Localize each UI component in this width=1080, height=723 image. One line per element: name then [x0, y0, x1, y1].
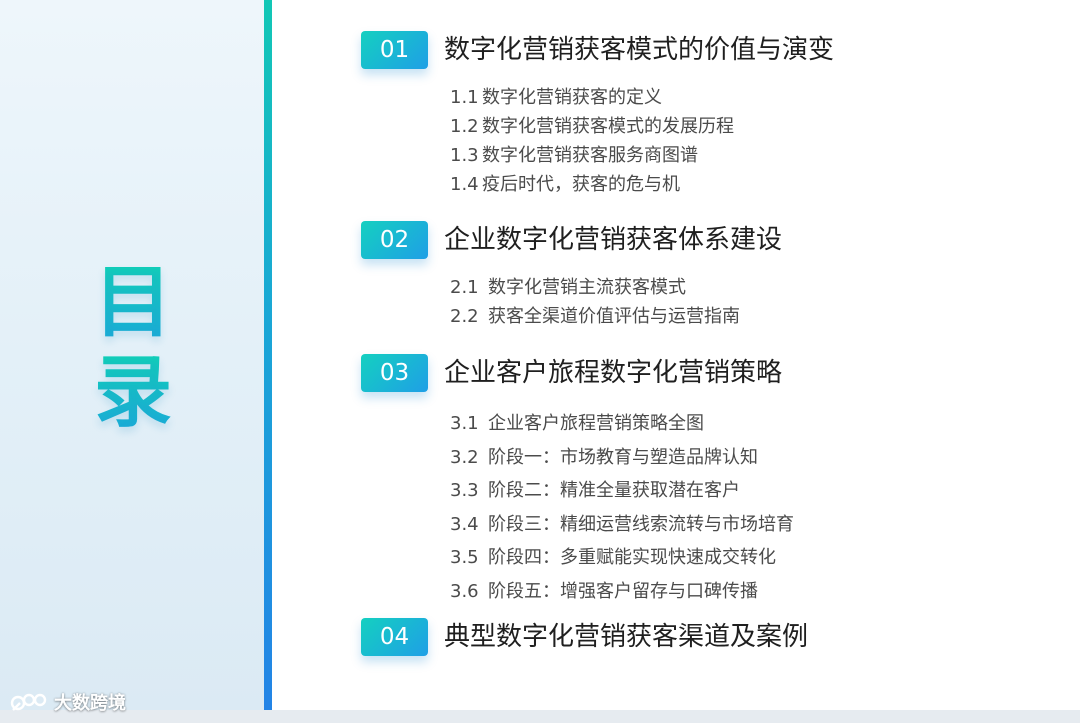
- toc-item-label: 企业客户旅程营销策略全图: [488, 413, 704, 434]
- toc-item-label: 获客全渠道价值评估与运营指南: [488, 306, 740, 327]
- toc-item-number: 3.4: [450, 513, 479, 535]
- section-number-badge: 03: [361, 354, 428, 392]
- toc-item: 3.5 阶段四：多重赋能实现快速成交转化: [450, 541, 794, 575]
- toc-item-number: 2.2: [450, 306, 479, 327]
- toc-item: 2.2 获客全渠道价值评估与运营指南: [450, 302, 740, 331]
- toc-item-number: 3.5: [450, 547, 479, 568]
- watermark: 大数跨境: [10, 688, 126, 716]
- toc-item-label: 阶段五：增强客户留存与口碑传播: [488, 580, 758, 602]
- section-number-badge: 04: [361, 618, 428, 656]
- toc-item-number: 3.3: [450, 480, 479, 501]
- section-title: 企业数字化营销获客体系建设: [444, 225, 783, 255]
- watermark-text: 大数跨境: [54, 693, 126, 714]
- toc-item-number: 2.1: [450, 277, 479, 298]
- toc-item: 1.1 数字化营销获客的定义: [450, 83, 734, 112]
- toc-item-label: 阶段三：精细运营线索流转与市场培育: [488, 513, 794, 535]
- bottom-strip: [0, 710, 1080, 723]
- toc-item-number: 3.1: [450, 413, 479, 434]
- toc-item: 2.1 数字化营销主流获客模式: [450, 273, 740, 302]
- toc-item-label: 阶段四：多重赋能实现快速成交转化: [488, 547, 776, 568]
- toc-item-label: 阶段一：市场教育与塑造品牌认知: [488, 446, 758, 468]
- toc-item: 1.2 数字化营销获客模式的发展历程: [450, 112, 734, 141]
- toc-item-number: 1.2: [450, 116, 479, 137]
- accent-divider: [264, 0, 272, 710]
- section-title: 企业客户旅程数字化营销策略: [444, 358, 783, 388]
- toc-item-number: 1.4: [450, 174, 479, 195]
- watermark-logo-icon: [10, 690, 50, 714]
- toc-item: 1.3 数字化营销获客服务商图谱: [450, 141, 734, 170]
- toc-item-label: 数字化营销获客模式的发展历程: [482, 116, 734, 137]
- toc-item-label: 阶段二：精准全量获取潜在客户: [488, 480, 740, 501]
- section-number-badge: 02: [361, 221, 428, 259]
- toc-item-label: 数字化营销获客服务商图谱: [482, 145, 698, 166]
- toc-item-label: 疫后时代，获客的危与机: [482, 174, 680, 195]
- toc-item-number: 1.3: [450, 145, 479, 166]
- section-items: 2.1 数字化营销主流获客模式 2.2 获客全渠道价值评估与运营指南: [450, 273, 740, 331]
- section-number-badge: 01: [361, 31, 428, 69]
- toc-title-char-2: 录: [83, 348, 183, 438]
- section-items: 3.1 企业客户旅程营销策略全图 3.2 阶段一：市场教育与塑造品牌认知 3.3 阶段…: [450, 407, 794, 608]
- toc-item-label: 数字化营销获客的定义: [482, 87, 662, 108]
- section-title: 典型数字化营销获客渠道及案例: [444, 622, 809, 652]
- toc-item-number: 3.2: [450, 446, 479, 468]
- toc-item: 3.2 阶段一：市场教育与塑造品牌认知: [450, 441, 794, 475]
- toc-item: 3.3 阶段二：精准全量获取潜在客户: [450, 474, 794, 508]
- toc-item: 3.1 企业客户旅程营销策略全图: [450, 407, 794, 441]
- toc-item-label: 数字化营销主流获客模式: [488, 277, 686, 298]
- section-items: 1.1 数字化营销获客的定义 1.2 数字化营销获客模式的发展历程 1.3 数字化营销…: [450, 83, 734, 199]
- toc-title-char-1: 目: [83, 258, 183, 348]
- toc-item-number: 3.6: [450, 580, 479, 602]
- section-title: 数字化营销获客模式的价值与演变: [444, 35, 835, 65]
- toc-item: 3.4 阶段三：精细运营线索流转与市场培育: [450, 508, 794, 542]
- toc-item: 1.4 疫后时代，获客的危与机: [450, 170, 734, 199]
- toc-item-number: 1.1: [450, 87, 479, 108]
- toc-item: 3.6 阶段五：增强客户留存与口碑传播: [450, 575, 794, 609]
